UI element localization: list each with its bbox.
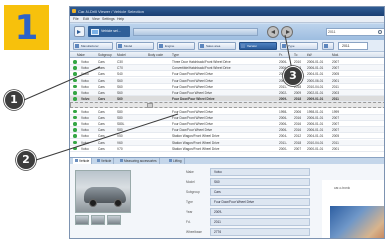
callout-2-line: [35, 113, 179, 161]
callout-lines: [23, 34, 293, 161]
callout-2: 2: [16, 150, 36, 170]
callout-1: 1: [4, 90, 24, 110]
callout-1-line: [23, 66, 101, 101]
callout-3-line: [284, 34, 293, 71]
callout-3: 3: [283, 66, 303, 86]
